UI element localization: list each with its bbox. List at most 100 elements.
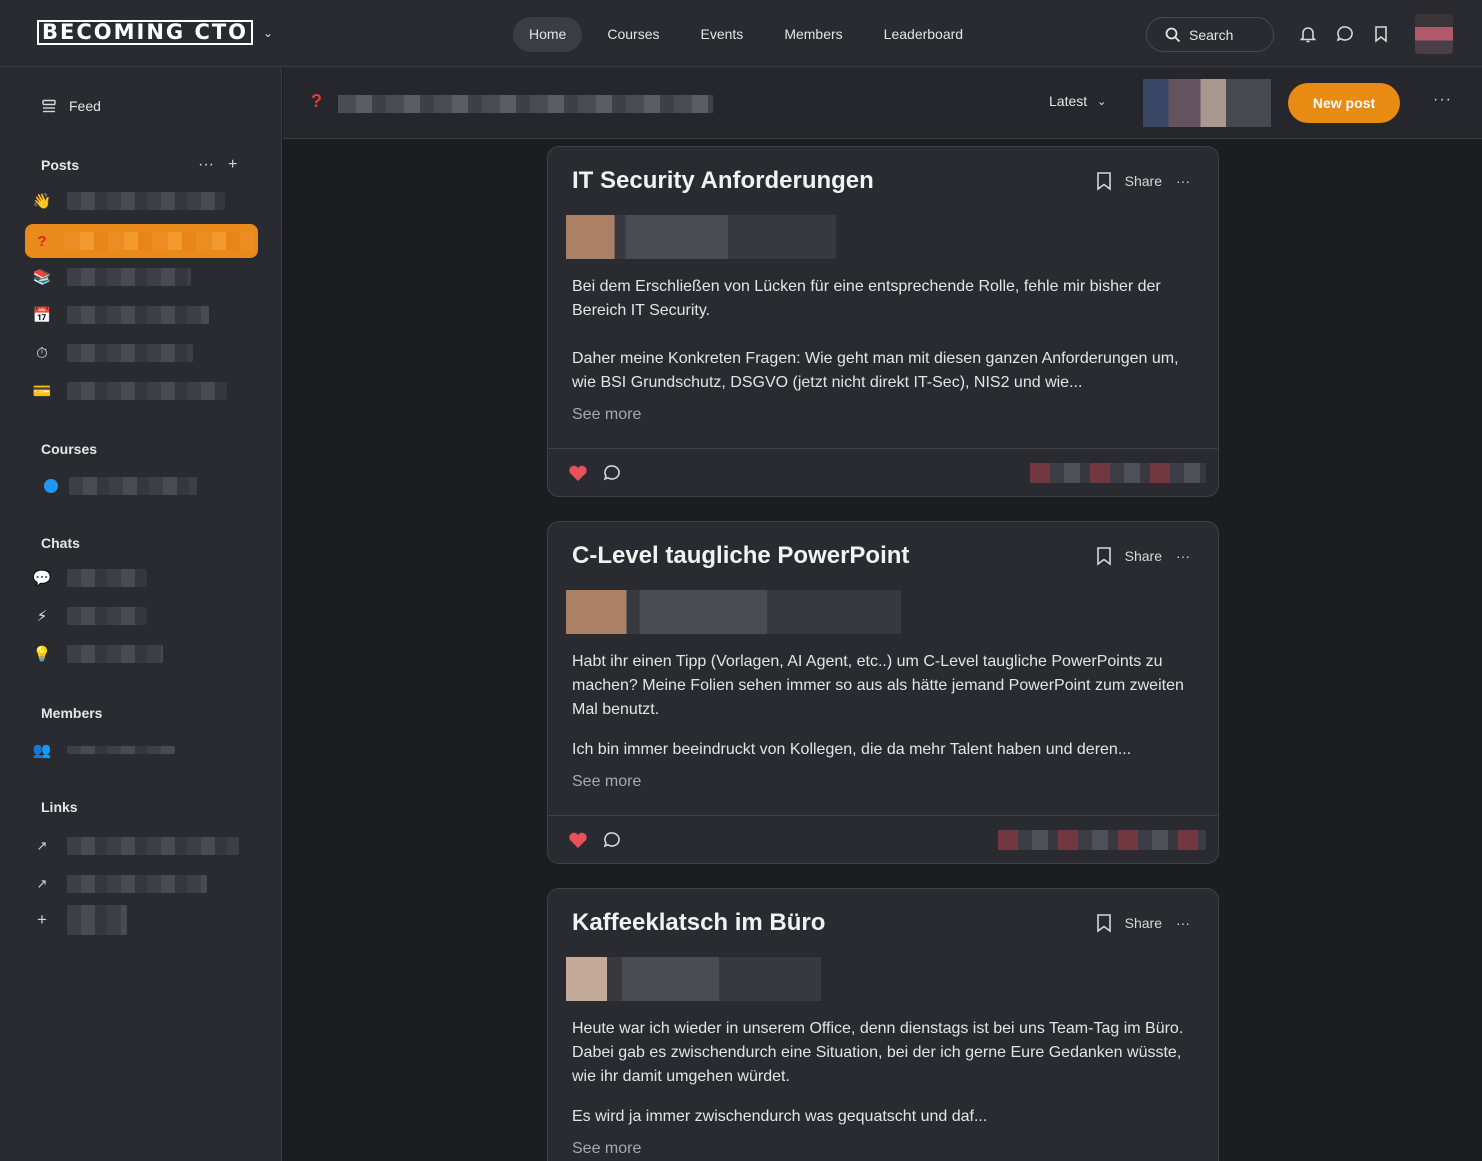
likers-redacted[interactable]: [998, 830, 1206, 850]
top-bar: BECOMING CTO ⌄ Home Courses Events Membe…: [0, 0, 1482, 67]
sort-dropdown[interactable]: Latest ⌄: [1049, 93, 1106, 109]
lightning-icon: ⚡: [36, 608, 48, 625]
bookmark-icon[interactable]: [1095, 171, 1113, 191]
more-icon[interactable]: ···: [1176, 173, 1190, 189]
feed-label: Feed: [69, 98, 101, 114]
chevron-down-icon: ⌄: [1097, 95, 1107, 108]
author-redacted[interactable]: [566, 590, 901, 634]
bookmark-icon[interactable]: [1371, 24, 1391, 44]
post-card[interactable]: IT Security Anforderungen Share ··· Bei …: [547, 146, 1219, 497]
plus-icon: +: [37, 910, 47, 929]
space-title-redacted: [338, 95, 713, 113]
redacted-label: [67, 607, 147, 625]
sidebar-link-item[interactable]: ↗: [25, 829, 258, 863]
post-card[interactable]: Kaffeeklatsch im Büro Share ··· Heute wa…: [547, 888, 1219, 1161]
people-icon: 👥: [32, 742, 52, 759]
sidebar-chat-item[interactable]: 💬: [25, 561, 258, 595]
posts-section-actions: ··· +: [198, 156, 237, 174]
redacted-label: [67, 569, 147, 587]
member-avatars[interactable]: [1143, 79, 1271, 127]
sidebar: Feed Posts ··· + 👋 ? 📚 📅 ⏱ 💳 Courses Cha…: [0, 67, 282, 1161]
user-avatar[interactable]: [1415, 14, 1453, 54]
bookmark-icon[interactable]: [1095, 913, 1113, 933]
post-footer: [548, 815, 1218, 863]
more-icon[interactable]: ···: [1433, 91, 1452, 109]
bookmark-icon[interactable]: [1095, 546, 1113, 566]
courses-section-title: Courses: [41, 441, 98, 457]
nav-events[interactable]: Events: [685, 17, 760, 52]
author-redacted[interactable]: [566, 215, 836, 259]
post-title[interactable]: C-Level taugliche PowerPoint: [572, 542, 909, 570]
search-button[interactable]: Search: [1146, 17, 1274, 52]
sidebar-link-item[interactable]: ↗: [25, 867, 258, 901]
redacted-label: [67, 837, 239, 855]
more-icon[interactable]: ···: [1176, 548, 1190, 564]
see-more-link[interactable]: See more: [572, 1137, 1196, 1161]
card-icon: 💳: [32, 383, 52, 400]
post-title[interactable]: IT Security Anforderungen: [572, 167, 874, 195]
external-link-icon: ↗: [36, 876, 48, 891]
post-paragraph: Habt ihr einen Tipp (Vorlagen, AI Agent,…: [572, 653, 1184, 718]
post-body: Habt ihr einen Tipp (Vorlagen, AI Agent,…: [572, 650, 1196, 794]
post-paragraph: Ich bin immer beeindruckt von Kollegen, …: [572, 741, 1132, 758]
author-redacted[interactable]: [566, 957, 821, 1001]
share-button[interactable]: Share: [1125, 173, 1162, 189]
chat-icon[interactable]: [1335, 24, 1355, 44]
feed-icon: [42, 99, 56, 113]
more-icon[interactable]: ···: [1176, 915, 1190, 931]
logo-switcher[interactable]: BECOMING CTO ⌄: [37, 20, 273, 45]
redacted-label: [67, 645, 163, 663]
books-icon: 📚: [32, 269, 52, 286]
post-title[interactable]: Kaffeeklatsch im Büro: [572, 909, 825, 937]
logo: BECOMING CTO: [37, 20, 254, 45]
post-body: Heute war ich wieder in unserem Office, …: [572, 1017, 1196, 1161]
sidebar-add-link[interactable]: +: [25, 903, 258, 937]
sidebar-space-item[interactable]: 👋: [25, 184, 258, 218]
sidebar-chat-item[interactable]: 💡: [25, 637, 258, 671]
sidebar-space-item[interactable]: 📅: [25, 298, 258, 332]
nav-leaderboard[interactable]: Leaderboard: [868, 17, 979, 52]
post-card[interactable]: C-Level taugliche PowerPoint Share ··· H…: [547, 521, 1219, 864]
post-actions: Share ···: [1095, 913, 1190, 933]
sidebar-members-item[interactable]: 👥: [25, 733, 258, 767]
sidebar-chat-item[interactable]: ⚡: [25, 599, 258, 633]
redacted-label: [67, 382, 227, 400]
more-icon[interactable]: ···: [198, 156, 214, 174]
redacted-label: [69, 477, 197, 495]
share-button[interactable]: Share: [1125, 915, 1162, 931]
sidebar-course-item[interactable]: [25, 469, 258, 503]
stopwatch-icon: ⏱: [36, 344, 48, 362]
heart-icon[interactable]: [568, 464, 588, 482]
sidebar-item-feed[interactable]: Feed: [41, 98, 101, 114]
nav-courses[interactable]: Courses: [591, 17, 675, 52]
heart-icon[interactable]: [568, 831, 588, 849]
nav-members[interactable]: Members: [768, 17, 858, 52]
comment-icon[interactable]: [602, 830, 622, 850]
sidebar-space-item[interactable]: ⏱: [25, 336, 258, 370]
see-more-link[interactable]: See more: [572, 403, 1196, 427]
wave-icon: 👋: [32, 193, 52, 210]
new-post-button[interactable]: New post: [1288, 83, 1400, 123]
redacted-label: [67, 344, 193, 362]
sidebar-space-item[interactable]: 💳: [25, 374, 258, 408]
main-nav: Home Courses Events Members Leaderboard: [513, 17, 988, 52]
calendar-icon: 📅: [32, 307, 52, 324]
links-section-title: Links: [41, 799, 78, 815]
nav-home[interactable]: Home: [513, 17, 583, 52]
external-link-icon: ↗: [36, 838, 48, 853]
post-paragraph: Bei dem Erschließen von Lücken für eine …: [572, 278, 1161, 319]
bell-icon[interactable]: [1298, 24, 1318, 44]
share-button[interactable]: Share: [1125, 548, 1162, 564]
redacted-label: [67, 268, 191, 286]
speech-bubble-icon: 💬: [32, 570, 52, 587]
see-more-link[interactable]: See more: [572, 770, 1196, 794]
plus-icon[interactable]: +: [228, 156, 237, 174]
redacted-label: [67, 746, 175, 754]
redacted-label: [67, 306, 209, 324]
sidebar-space-item-active[interactable]: ?: [25, 224, 258, 258]
posts-section-title: Posts: [41, 157, 80, 173]
likers-redacted[interactable]: [1030, 463, 1206, 483]
redacted-label: [67, 905, 127, 935]
sidebar-space-item[interactable]: 📚: [25, 260, 258, 294]
comment-icon[interactable]: [602, 463, 622, 483]
